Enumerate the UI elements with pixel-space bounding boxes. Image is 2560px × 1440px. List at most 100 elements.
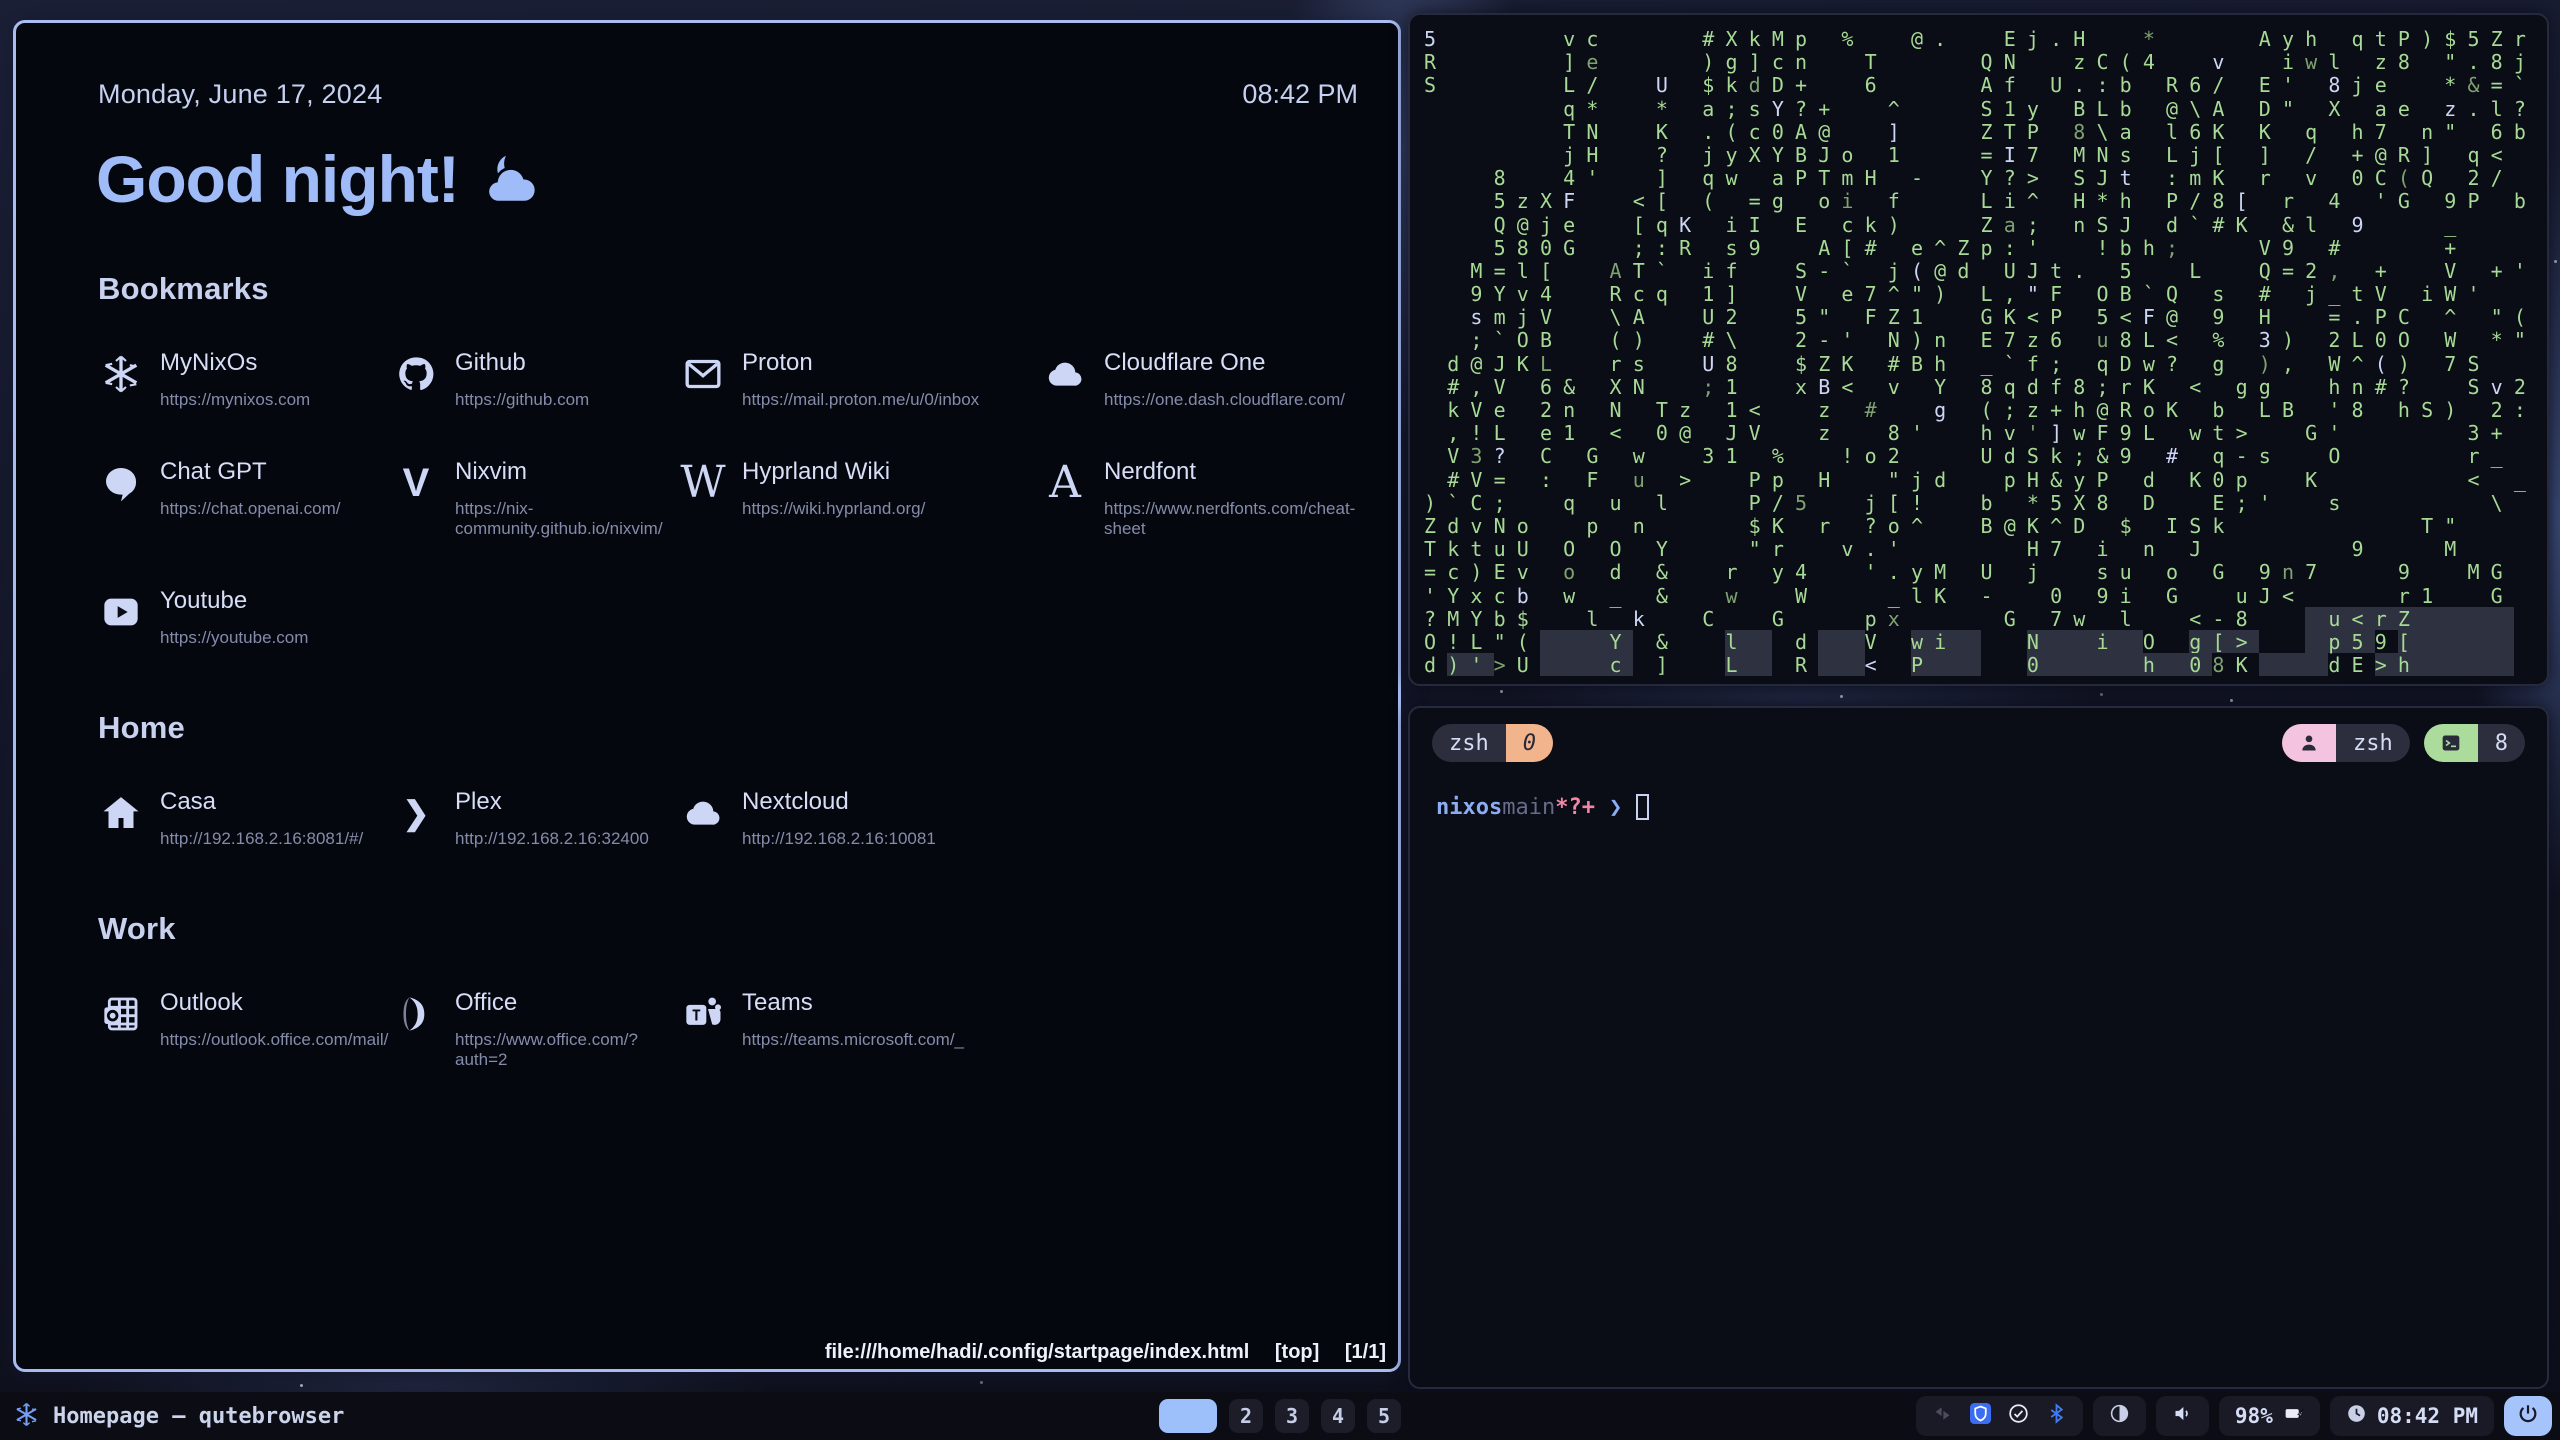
qutebrowser-window: Monday, June 17, 2024 08:42 PM Good nigh… [13, 20, 1401, 1372]
nix-snowflake-icon [98, 351, 144, 397]
status-pill-8[interactable]: 8 [2424, 724, 2525, 762]
workspace-4[interactable]: 4 [1321, 1399, 1355, 1433]
clock-icon [2346, 1403, 2367, 1429]
bookmark-link-nerdfont[interactable]: ANerdfonthttps://www.nerdfonts.com/cheat… [1042, 458, 1358, 539]
statusbar-scroll-position: [top] [1275, 1341, 1319, 1363]
terminal-icon [2424, 724, 2478, 762]
bookmark-link-github[interactable]: Github https://github.com [393, 349, 680, 410]
matrix-row: 9Yv4 Rcq 1] V e7^") L,"F OB`Q s # j_tV i… [1424, 282, 2533, 305]
workspace-2[interactable]: 2 [1229, 1399, 1263, 1433]
bookmark-link-nextcloud[interactable]: Nextcloudhttp://192.168.2.16:10081 [680, 788, 1042, 849]
bookmark-url: https://one.dash.cloudflare.com/ [1104, 390, 1345, 410]
workspace-3[interactable]: 3 [1275, 1399, 1309, 1433]
check-circle-icon[interactable] [2008, 1403, 2029, 1429]
matrix-row: ;`OB () #\ 2-' N)n E7z6 u8L< % 3) 2L0O W… [1424, 328, 2533, 351]
bookmark-link-mynixos[interactable]: MyNixOshttps://mynixos.com [98, 349, 393, 410]
cloud-icon [1042, 351, 1088, 397]
matrix-row: 5 vc #XkMp % @. Ej.H * Ayh qtP)$5Zr [1424, 27, 2533, 50]
kdeconnect-icon[interactable] [1932, 1403, 1953, 1429]
status-pill-zsh[interactable]: zsh [2282, 724, 2410, 762]
bookmark-title: Cloudflare One [1104, 349, 1345, 377]
bookmark-url: https://github.com [455, 390, 589, 410]
waybar: Homepage — qutebrowser 1234 5 98% 08:42 P… [0, 1392, 2560, 1440]
startpage-date: Monday, June 17, 2024 [98, 79, 382, 110]
bookmark-url: https://chat.openai.com/ [160, 499, 341, 519]
bookmark-link-chat-gpt[interactable]: Chat GPThttps://chat.openai.com/ [98, 458, 393, 539]
workspace-label: 4 [1332, 1404, 1344, 1428]
workspace-switcher: 1234 5 [1159, 1399, 1401, 1433]
moon-icon [2109, 1403, 2130, 1429]
night-light-module[interactable] [2093, 1396, 2146, 1436]
bookmark-title: Youtube [160, 587, 308, 615]
chat-bubble-icon [98, 460, 144, 506]
matrix-row: ?MYb$ l k C G px G 7w l <-8 u<rZ [1424, 607, 2533, 630]
section-title: Bookmarks [98, 271, 1358, 307]
bookmark-title: Casa [160, 788, 363, 816]
matrix-row: R ]e )g]cn T QN zC(4 v iwl z8 ".8j [1424, 50, 2533, 73]
matrix-row: q* * a;sY?+ ^ S1y BLb @\A D" X ae z.l? [1424, 97, 2533, 120]
prompt-host: nixos [1436, 795, 1502, 820]
matrix-row: S L/ U $kdD+ 6 Af U.:b R6/ E' 8je *&=` [1424, 73, 2533, 96]
section-work: Work Outlookhttps://outlook.office.com/ma… [98, 911, 1358, 1070]
bookmark-title: Nixvim [455, 458, 680, 486]
shield-icon[interactable] [1970, 1403, 1991, 1429]
prompt-git-status: *?+ [1555, 795, 1595, 820]
user-icon [2282, 724, 2336, 762]
cloud-icon [680, 790, 726, 836]
terminal-cursor [1636, 794, 1649, 820]
window-title-module: Homepage — qutebrowser [14, 1402, 344, 1431]
tab-name: zsh [1432, 724, 1506, 762]
section-home: HomeCasahttp://192.168.2.16:8081/#/❯Plex… [98, 710, 1358, 849]
bookmark-link-cloudflare-one[interactable]: Cloudflare One https://one.dash.cloudflar… [1042, 349, 1358, 410]
bookmark-url: https://outlook.office.com/mail/ [160, 1030, 388, 1050]
workspace-label: 5 [1378, 1404, 1390, 1428]
workspace-1[interactable]: 1 [1159, 1399, 1217, 1433]
bookmark-link-teams[interactable]: TTeamshttps://teams.microsoft.com/_ [680, 989, 1042, 1070]
startpage-time: 08:42 PM [1242, 79, 1358, 110]
letter-a-icon: A [1042, 460, 1088, 506]
matrix-row: O!L"( Y & l d V wi N i O g[> p59[ [1424, 630, 2533, 653]
battery-module[interactable]: 98% [2219, 1396, 2320, 1436]
bookmark-link-youtube[interactable]: Youtube https://youtube.com [98, 587, 393, 648]
bookmark-title: Hyprland Wiki [742, 458, 925, 486]
section-bookmarks: BookmarksMyNixOshttps://mynixos.comGithu… [98, 271, 1358, 648]
system-tray [1916, 1396, 2083, 1436]
section-title: Work [98, 911, 1358, 947]
bookmark-title: Teams [742, 989, 964, 1017]
tab-index: 0 [1506, 724, 1553, 762]
bookmark-link-nixvim[interactable]: VNixvimhttps://nix-community.github.io/n… [393, 458, 680, 539]
status-pill-label: zsh [2336, 724, 2410, 762]
volume-module[interactable] [2156, 1396, 2209, 1436]
bookmark-title: Plex [455, 788, 649, 816]
matrix-row: V3? C G w 31 % !o2 UdSk;&9 # q-s O r_ [1424, 444, 2533, 467]
bookmark-title: Proton [742, 349, 979, 377]
shell-prompt[interactable]: nixos main *?+ ❯ [1436, 794, 1649, 820]
bookmark-link-proton[interactable]: Protonhttps://mail.proton.me/u/0/inbox [680, 349, 1042, 410]
bookmark-link-plex[interactable]: ❯Plexhttp://192.168.2.16:32400 [393, 788, 680, 849]
bookmark-link-office[interactable]: Officehttps://www.office.com/?auth=2 [393, 989, 680, 1070]
bookmark-link-hyprland-wiki[interactable]: WHyprland Wikihttps://wiki.hyprland.org/ [680, 458, 1042, 539]
bookmark-url: https://www.office.com/?auth=2 [455, 1030, 680, 1070]
youtube-icon [98, 589, 144, 635]
outlook-icon [98, 991, 144, 1037]
bookmark-link-casa[interactable]: Casa http://192.168.2.16:8081/#/ [98, 788, 393, 849]
bookmark-link-outlook[interactable]: Outlookhttps://outlook.office.com/mail/ [98, 989, 393, 1070]
bookmark-url: http://192.168.2.16:8081/#/ [160, 829, 363, 849]
greeting: Good night! [96, 141, 539, 217]
zellij-tab[interactable]: zsh 0 [1432, 724, 1553, 762]
clock-module[interactable]: 08:42 PM [2330, 1396, 2494, 1436]
matrix-row: TktuU O O Y "r v.' H7 i n J 9 M [1424, 537, 2533, 560]
speaker-icon [2172, 1403, 2193, 1429]
svg-text:T: T [692, 1007, 701, 1025]
matrix-rain-output: 5 vc #XkMp % @. Ej.H * Ayh qtP)$5ZrR ]e … [1410, 15, 2547, 688]
matrix-row: ,!L e1 < 0@ JV z 8' hv']wF9L wt> G' 3+ [1424, 421, 2533, 444]
bluetooth-icon[interactable] [2046, 1403, 2067, 1429]
matrix-row: =c)Ev o d & r y4 '.yM U j su o G 9n7 9 M… [1424, 560, 2533, 583]
bookmark-url: https://youtube.com [160, 628, 308, 648]
power-button[interactable] [2504, 1396, 2552, 1436]
workspace-5[interactable]: 5 [1367, 1399, 1401, 1433]
chevron-icon: ❯ [393, 790, 439, 836]
bookmark-title: Github [455, 349, 589, 377]
bookmark-url: https://nix-community.github.io/nixvim/ [455, 499, 680, 539]
startpage-sections: BookmarksMyNixOshttps://mynixos.comGithu… [98, 271, 1358, 1132]
